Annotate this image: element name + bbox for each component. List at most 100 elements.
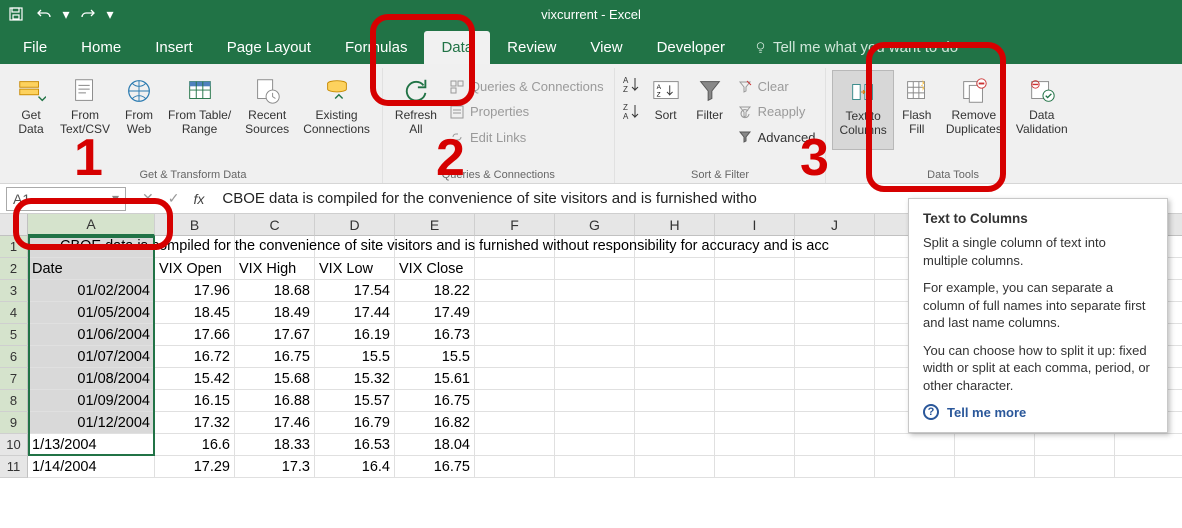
- existing-connections-button[interactable]: Existing Connections: [297, 70, 376, 150]
- edit-links-button[interactable]: Edit Links: [445, 127, 608, 147]
- cell-empty[interactable]: [555, 302, 635, 324]
- row-head-6[interactable]: 6: [0, 346, 28, 368]
- cell-E9[interactable]: 16.82: [395, 412, 475, 434]
- cell-A7[interactable]: 01/08/2004: [28, 368, 155, 390]
- cell-B3[interactable]: 17.96: [155, 280, 235, 302]
- cell-empty[interactable]: [715, 390, 795, 412]
- cell-header[interactable]: VIX High: [235, 258, 315, 280]
- cell-header[interactable]: VIX Low: [315, 258, 395, 280]
- cell-empty[interactable]: [795, 390, 875, 412]
- cell-D3[interactable]: 17.54: [315, 280, 395, 302]
- cell-C7[interactable]: 15.68: [235, 368, 315, 390]
- cell-empty[interactable]: [635, 346, 715, 368]
- tab-data[interactable]: Data: [424, 31, 490, 64]
- from-table-range-button[interactable]: From Table/ Range: [162, 70, 237, 150]
- cell-D8[interactable]: 15.57: [315, 390, 395, 412]
- cell-empty[interactable]: [555, 346, 635, 368]
- cell-C5[interactable]: 17.67: [235, 324, 315, 346]
- col-head-J[interactable]: J: [795, 214, 875, 236]
- cell-empty[interactable]: [475, 324, 555, 346]
- row-head-9[interactable]: 9: [0, 412, 28, 434]
- cell-empty[interactable]: [795, 346, 875, 368]
- row-head-1[interactable]: 1: [0, 236, 28, 258]
- cell-empty[interactable]: [635, 434, 715, 456]
- cell-empty[interactable]: [635, 412, 715, 434]
- tooltip-tell-me-more[interactable]: ? Tell me more: [923, 404, 1153, 420]
- cell-empty[interactable]: [635, 456, 715, 478]
- cell-empty[interactable]: [475, 390, 555, 412]
- cell-C3[interactable]: 18.68: [235, 280, 315, 302]
- col-head-A[interactable]: A: [28, 214, 155, 236]
- cell-A2[interactable]: Date: [28, 258, 155, 280]
- cell-empty[interactable]: [1035, 434, 1115, 456]
- cell-A4[interactable]: 01/05/2004: [28, 302, 155, 324]
- redo-icon[interactable]: [78, 4, 98, 24]
- cell-header[interactable]: VIX Open: [155, 258, 235, 280]
- recent-sources-button[interactable]: Recent Sources: [239, 70, 295, 150]
- tab-insert[interactable]: Insert: [138, 31, 210, 64]
- from-text-csv-button[interactable]: From Text/CSV: [54, 70, 116, 150]
- tab-formulas[interactable]: Formulas: [328, 31, 425, 64]
- data-validation-button[interactable]: Data Validation: [1010, 70, 1074, 150]
- cell-empty[interactable]: [475, 280, 555, 302]
- cell-empty[interactable]: [635, 390, 715, 412]
- cell-E7[interactable]: 15.61: [395, 368, 475, 390]
- cell-B11[interactable]: 17.29: [155, 456, 235, 478]
- cell-empty[interactable]: [555, 390, 635, 412]
- cell-A9[interactable]: 01/12/2004: [28, 412, 155, 434]
- cell-B10[interactable]: 16.6: [155, 434, 235, 456]
- cell-empty[interactable]: [715, 280, 795, 302]
- cell-D4[interactable]: 17.44: [315, 302, 395, 324]
- col-head-G[interactable]: G: [555, 214, 635, 236]
- cell-E11[interactable]: 16.75: [395, 456, 475, 478]
- col-head-C[interactable]: C: [235, 214, 315, 236]
- cell-B6[interactable]: 16.72: [155, 346, 235, 368]
- cell-empty[interactable]: [715, 302, 795, 324]
- cell-empty[interactable]: [795, 302, 875, 324]
- cell-E3[interactable]: 18.22: [395, 280, 475, 302]
- get-data-button[interactable]: Get Data: [10, 70, 52, 150]
- cell-C10[interactable]: 18.33: [235, 434, 315, 456]
- cell-C9[interactable]: 17.46: [235, 412, 315, 434]
- tab-home[interactable]: Home: [64, 31, 138, 64]
- cell-header[interactable]: VIX Close: [395, 258, 475, 280]
- cell-D9[interactable]: 16.79: [315, 412, 395, 434]
- tell-me-search[interactable]: Tell me what you want to do: [742, 31, 970, 64]
- cell-D11[interactable]: 16.4: [315, 456, 395, 478]
- col-head-H[interactable]: H: [635, 214, 715, 236]
- cell-empty[interactable]: [555, 280, 635, 302]
- col-head-B[interactable]: B: [155, 214, 235, 236]
- cell-empty[interactable]: [475, 346, 555, 368]
- save-icon[interactable]: [6, 4, 26, 24]
- cell-empty[interactable]: [635, 302, 715, 324]
- queries-connections-button[interactable]: Queries & Connections: [445, 77, 608, 97]
- cell-empty[interactable]: [555, 258, 635, 280]
- cell-empty[interactable]: [715, 258, 795, 280]
- cell-D7[interactable]: 15.32: [315, 368, 395, 390]
- sort-asc-icon[interactable]: AZ: [621, 74, 643, 99]
- select-all-corner[interactable]: [0, 214, 28, 236]
- cell-empty[interactable]: [1115, 434, 1182, 456]
- cell-empty[interactable]: [795, 434, 875, 456]
- sort-button[interactable]: AZ Sort: [645, 70, 687, 150]
- cell-empty[interactable]: [635, 280, 715, 302]
- fx-icon[interactable]: fx: [193, 191, 204, 207]
- tab-review[interactable]: Review: [490, 31, 573, 64]
- cell-empty[interactable]: [555, 412, 635, 434]
- row-head-3[interactable]: 3: [0, 280, 28, 302]
- cell-empty[interactable]: [955, 456, 1035, 478]
- cell-empty[interactable]: [955, 434, 1035, 456]
- enter-icon[interactable]: ✓: [168, 190, 180, 207]
- cell-empty[interactable]: [875, 434, 955, 456]
- reapply-button[interactable]: Reapply: [733, 102, 820, 122]
- cell-empty[interactable]: [795, 258, 875, 280]
- cell-empty[interactable]: [475, 368, 555, 390]
- cell-E10[interactable]: 18.04: [395, 434, 475, 456]
- text-to-columns-button[interactable]: Text to Columns: [832, 70, 893, 150]
- cell-B9[interactable]: 17.32: [155, 412, 235, 434]
- cell-empty[interactable]: [635, 368, 715, 390]
- cell-E5[interactable]: 16.73: [395, 324, 475, 346]
- col-head-I[interactable]: I: [715, 214, 795, 236]
- row-head-5[interactable]: 5: [0, 324, 28, 346]
- cell-empty[interactable]: [795, 280, 875, 302]
